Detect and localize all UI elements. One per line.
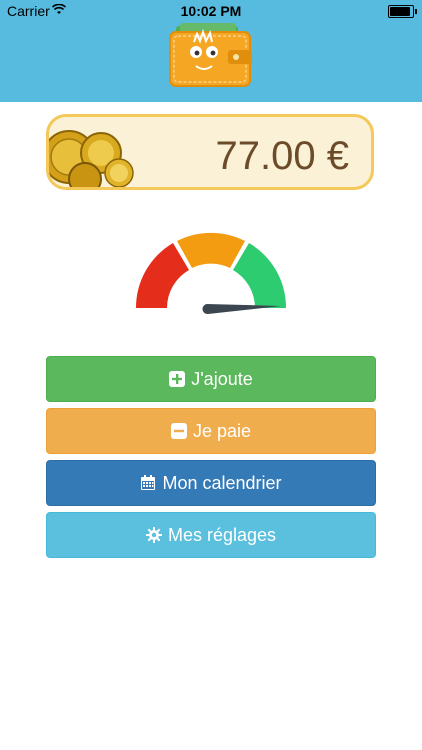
budget-gauge	[135, 232, 287, 315]
gold-coins-image	[49, 130, 134, 187]
plus-square-icon	[169, 371, 186, 387]
settings-button[interactable]: Mes réglages	[46, 512, 376, 558]
balance-card: 77.00 €	[46, 114, 374, 190]
add-button-label: J'ajoute	[191, 368, 253, 389]
pay-button-label: Je paie	[192, 420, 252, 441]
add-button[interactable]: J'ajoute	[46, 356, 376, 402]
gauge-segment-red	[135, 243, 189, 308]
status-time: 10:02 PM	[180, 3, 242, 19]
battery-icon	[388, 5, 417, 18]
minus-square-icon	[170, 423, 187, 439]
settings-button-label: Mes réglages	[167, 524, 277, 545]
balance-amount: 77.00 €	[215, 134, 349, 178]
wallet-face-logo	[169, 23, 252, 87]
gauge-segment-orange	[177, 232, 245, 268]
pay-button[interactable]: Je paie	[46, 408, 376, 454]
app-header: Carrier 10:02 PM	[0, 0, 422, 102]
calendar-button[interactable]: Mon calendrier	[46, 460, 376, 506]
gauge-segment-green	[233, 243, 287, 308]
status-bar: Carrier 10:02 PM	[0, 0, 422, 22]
gear-icon	[145, 527, 162, 543]
calendar-icon	[141, 475, 156, 490]
calendar-button-label: Mon calendrier	[162, 472, 282, 493]
